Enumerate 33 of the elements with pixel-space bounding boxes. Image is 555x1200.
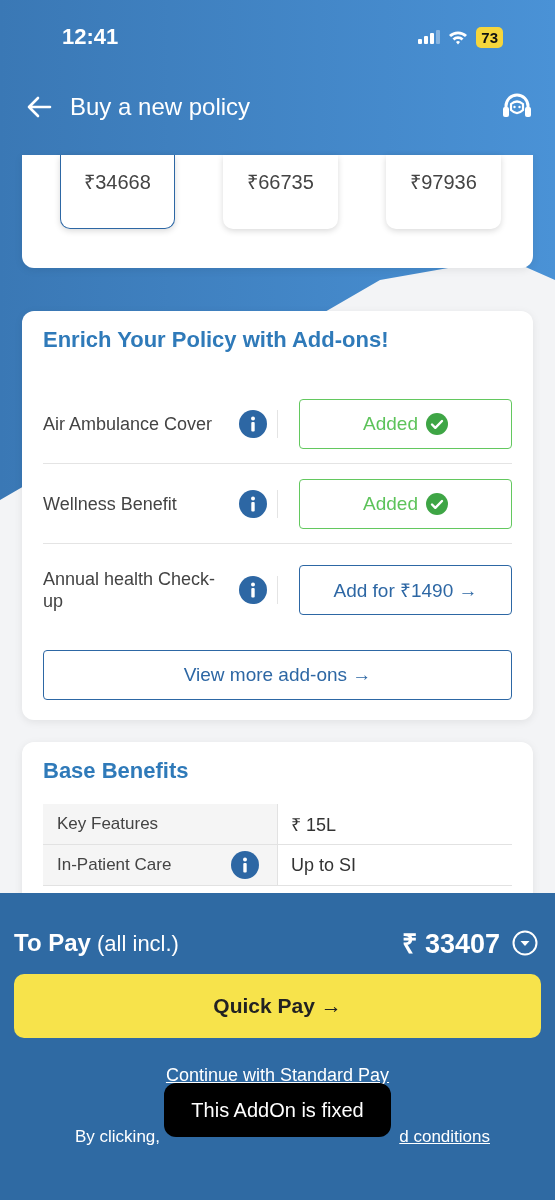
addon-name: Wellness Benefit bbox=[43, 492, 178, 515]
terms-link[interactable]: d conditions bbox=[399, 1127, 490, 1147]
wifi-icon bbox=[448, 29, 469, 45]
back-arrow-icon[interactable] bbox=[26, 96, 52, 118]
chevron-down-icon[interactable] bbox=[512, 929, 538, 956]
pay-label: To Pay (all incl.) bbox=[14, 928, 179, 957]
section-title: Enrich Your Policy with Add-ons! bbox=[43, 327, 390, 353]
addon-name: Annual health Check-up bbox=[43, 568, 217, 612]
message-toast: This AddOn is fixed bbox=[164, 1083, 391, 1137]
total-amount: ₹ 33407 bbox=[402, 928, 500, 961]
section-title: Base Benefits bbox=[43, 758, 190, 784]
table-cell: ₹ 15L bbox=[278, 804, 512, 845]
clock-time: 12:41 bbox=[62, 24, 119, 50]
info-icon[interactable] bbox=[239, 409, 267, 438]
table-cell: Up to SI bbox=[278, 845, 512, 886]
info-icon[interactable] bbox=[239, 489, 267, 518]
premium-option[interactable]: ₹97936 bbox=[386, 155, 501, 229]
table-cell: In-Patient Care bbox=[43, 845, 278, 886]
info-icon[interactable] bbox=[239, 576, 267, 604]
view-more-button[interactable]: View more add-ons → bbox=[43, 650, 512, 700]
check-circle-icon bbox=[425, 492, 448, 515]
legal-text: By clicking, bbox=[75, 1127, 161, 1147]
table-cell: Key Features bbox=[43, 804, 278, 845]
quick-pay-button[interactable]: Quick Pay → bbox=[14, 974, 541, 1038]
addon-name: Air Ambulance Cover bbox=[43, 412, 214, 435]
standard-pay-link[interactable]: Continue with Standard Pay bbox=[165, 1065, 390, 1086]
info-icon[interactable] bbox=[231, 851, 259, 879]
check-circle-icon bbox=[425, 412, 448, 435]
signal-icon bbox=[418, 30, 441, 44]
add-button[interactable]: Add for ₹1490 → bbox=[299, 565, 512, 615]
page-title: Buy a new policy bbox=[70, 93, 252, 121]
premium-option[interactable]: ₹66735 bbox=[223, 155, 338, 229]
premium-option[interactable]: ₹34668 bbox=[60, 155, 175, 229]
